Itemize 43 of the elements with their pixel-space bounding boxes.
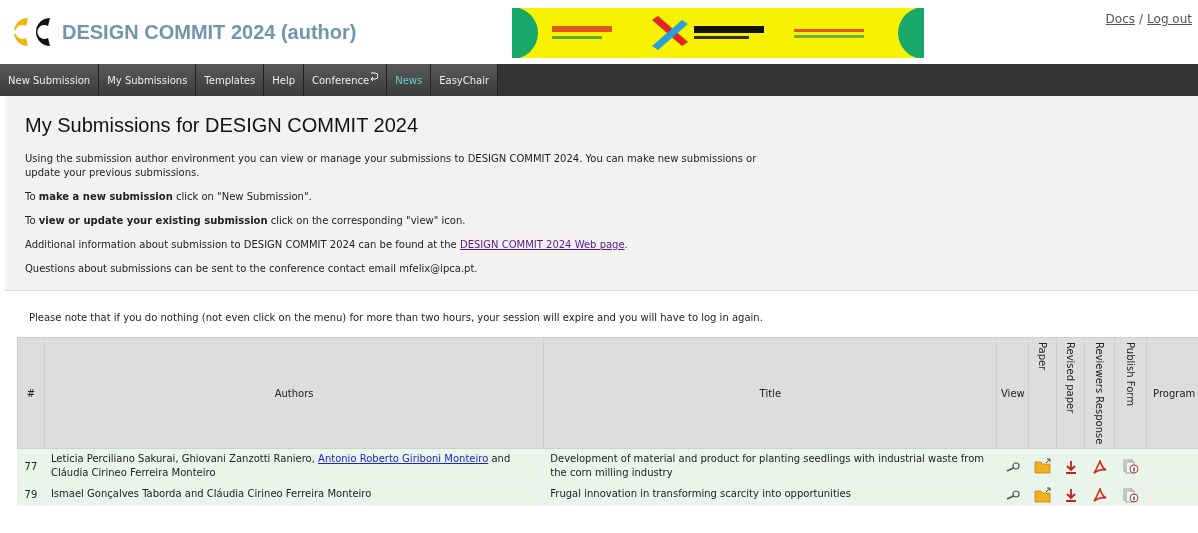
page-heading: My Submissions for DESIGN COMMIT 2024 xyxy=(25,113,420,138)
paragraph: Questions about submissions can be sent to the conference contact email mfelix@ipca.pt. xyxy=(25,262,479,276)
menu-tab[interactable]: News xyxy=(387,64,432,96)
column-header[interactable]: Publish Form xyxy=(1114,337,1147,449)
web-page-link[interactable]: DESIGN COMMIT 2024 Web page xyxy=(459,239,625,250)
pdf-icon[interactable] xyxy=(1092,488,1107,503)
column-header[interactable]: Reviewers Response xyxy=(1084,337,1115,449)
download-arrow-icon[interactable] xyxy=(1064,488,1077,503)
column-header[interactable]: Revised paper xyxy=(1056,337,1085,449)
row-number: 77 xyxy=(17,448,45,484)
menu-tab[interactable]: My Submissions xyxy=(99,64,197,96)
column-header[interactable]: # xyxy=(17,337,45,449)
menu-tab[interactable]: EasyChair xyxy=(431,64,499,96)
menu-tab[interactable]: New Submission xyxy=(0,64,100,96)
paragraph: To make a new submission click on "New Submission". xyxy=(25,190,313,204)
pdf-icon[interactable] xyxy=(1092,459,1107,474)
column-header[interactable]: Paper xyxy=(1028,337,1057,449)
view-magnifier-icon[interactable] xyxy=(1004,489,1021,502)
title-cell: Development of material and product for planting seedlings with industrial waste from the corn milling industry xyxy=(543,448,997,484)
paragraph: Using the submission author environment you can view or manage your submissions to DESIGN COMMIT 2024. You can make new submissions or update your previous submissions. xyxy=(25,152,758,180)
paragraph: Additional information about submission to DESIGN COMMIT 2024 can be found at the DESIGN COMMIT 2024 Web page. xyxy=(25,238,629,252)
link-separator: / xyxy=(1139,11,1144,28)
column-header[interactable]: View xyxy=(996,337,1029,449)
session-notice: Please note that if you do nothing (not even click on the menu) for more than two hours, your session will expire and you will have to log in again. xyxy=(29,311,764,325)
authors-cell: Leticia Perciliano Sakurai, Ghiovani Zanzotti Raniero, Antonio Roberto Giriboni Monteiro and Cláudia Cirineo Ferreira Monteiro xyxy=(44,448,544,484)
document-info-icon[interactable] xyxy=(1122,459,1139,475)
docs-link[interactable]: Docs xyxy=(1105,10,1136,28)
view-magnifier-icon[interactable] xyxy=(1004,460,1021,473)
menu-tab[interactable]: Conference xyxy=(304,64,388,96)
menu-tab[interactable]: Help xyxy=(264,64,304,96)
logout-link[interactable]: Log out xyxy=(1147,10,1192,28)
title-cell: Frugal innovation in transforming scarcity into opportunities xyxy=(543,483,997,506)
document-info-icon[interactable] xyxy=(1122,487,1139,503)
column-header[interactable]: Authors xyxy=(44,337,544,449)
download-arrow-icon[interactable] xyxy=(1064,459,1077,474)
menu-tab[interactable]: Templates xyxy=(196,64,265,96)
row-number: 79 xyxy=(17,483,45,506)
author-link[interactable]: Antonio Roberto Giriboni Monteiro xyxy=(318,453,489,465)
paragraph: To view or update your existing submission click on the corresponding "view" icon. xyxy=(25,214,467,228)
column-header[interactable]: Title xyxy=(543,337,997,449)
column-header[interactable]: Program xyxy=(1146,337,1198,449)
site-title: DESIGN COMMIT 2024 (author) xyxy=(62,20,357,45)
authors-cell: Ismael Gonçalves Taborda and Cláudia Cirineo Ferreira Monteiro xyxy=(44,483,544,506)
